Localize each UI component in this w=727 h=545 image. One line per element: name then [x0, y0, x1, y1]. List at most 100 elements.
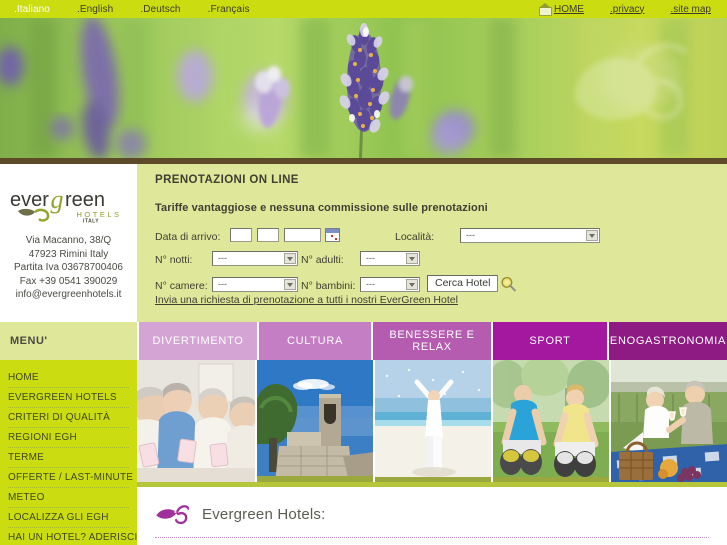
thumbnail-image: [257, 360, 373, 482]
sidebar-item-meteo[interactable]: METEO: [8, 488, 129, 508]
lang-italiano[interactable]: .Italiano: [14, 4, 50, 15]
top-bar: .Italiano .English .Deutsch .Français HO…: [0, 0, 727, 18]
home-link[interactable]: HOME: [554, 4, 584, 15]
booking-title: PRENOTAZIONI ON LINE: [155, 174, 299, 186]
thumbnail-image: [493, 360, 609, 482]
sidebar-item-label: CRITERI DI QUALITÀ: [8, 412, 110, 423]
adulti-value: ---: [366, 253, 375, 263]
sidebar-item-label: REGIONI EGH: [8, 432, 77, 443]
chevron-down-icon: [284, 279, 296, 290]
thumbnail-benessere-e-relax[interactable]: [373, 360, 491, 482]
thumbnail-sport[interactable]: [491, 360, 609, 482]
sidebar-item-label: TERME: [8, 452, 44, 463]
thumbnail-enogastronomia[interactable]: [609, 360, 727, 482]
bottom-divider: [155, 537, 709, 538]
booking-form-container: PRENOTAZIONI ON LINE Tariffe vantaggiose…: [155, 174, 715, 300]
lang-english[interactable]: .English: [77, 4, 113, 15]
sidebar-item-label: LOCALIZZA GLI EGH: [8, 512, 109, 523]
category-thumbnails: [137, 360, 727, 482]
lang-francais[interactable]: .Français: [208, 4, 250, 15]
thumbnail-cultura[interactable]: [255, 360, 373, 482]
label-notti: N° notti:: [155, 254, 193, 266]
bottom-section: Evergreen Hotels:: [137, 487, 727, 545]
menu-heading: MENU': [0, 322, 137, 360]
localita-value: ---: [466, 230, 475, 240]
thumbnail-image: [611, 360, 727, 482]
svg-text:HOTELS: HOTELS: [76, 210, 121, 219]
logo-panel: ever g reen HOTELS ITALY Via Macanno, 38…: [0, 164, 137, 322]
camere-select[interactable]: ---: [212, 277, 298, 292]
sidebar-item-label: METEO: [8, 492, 45, 503]
localita-select[interactable]: ---: [460, 228, 600, 243]
sidebar-item-localizza-gli-egh[interactable]: LOCALIZZA GLI EGH: [8, 508, 129, 528]
label-adulti: N° adulti:: [301, 254, 344, 266]
sidebar-item-label: EVERGREEN HOTELS: [8, 392, 117, 403]
notti-value: ---: [218, 253, 227, 263]
tab-cultura[interactable]: CULTURA: [257, 322, 371, 360]
thumbnail-image: [137, 360, 255, 482]
bottom-title: Evergreen Hotels:: [202, 505, 326, 523]
tab-enogastronomia[interactable]: ENOGASTRONOMIA: [607, 322, 727, 360]
bird-icon: [156, 505, 189, 525]
svg-text:ITALY: ITALY: [83, 219, 99, 225]
contact-fax: Fax +39 0541 390029: [19, 275, 118, 287]
thumbnail-divertimento[interactable]: [137, 360, 255, 482]
sidebar-item-home[interactable]: HOME: [8, 368, 129, 388]
bambini-select[interactable]: ---: [360, 277, 420, 292]
language-switcher: .Italiano .English .Deutsch .Français: [0, 4, 250, 15]
label-camere: N° camere:: [155, 280, 208, 292]
sidebar-item-offerte-last-minute[interactable]: OFFERTE / LAST-MINUTE: [8, 468, 133, 488]
label-data-arrivo: Data di arrivo:: [155, 231, 221, 243]
sidebar-item-label: HAI UN HOTEL? ADERISCI: [8, 532, 138, 543]
booking-form: Data di arrivo: Località: --- N° notti:: [155, 228, 715, 300]
privacy-link[interactable]: .privacy: [610, 4, 644, 15]
arrivo-month-input[interactable]: [257, 228, 279, 242]
booking-subtitle: Tariffe vantaggiose e nessuna commission…: [155, 202, 488, 214]
chevron-down-icon: [406, 253, 418, 264]
home-link-wrapper[interactable]: HOME: [538, 3, 584, 16]
sidebar-item-hai-un-hotel-aderisci[interactable]: HAI UN HOTEL? ADERISCI: [8, 528, 137, 545]
sidebar-item-label: OFFERTE / LAST-MINUTE: [8, 472, 134, 483]
svg-text:ever: ever: [10, 189, 49, 211]
label-bambini: N° bambini:: [301, 280, 356, 292]
tab-sport[interactable]: SPORT: [491, 322, 607, 360]
sidebar-item-criteri-di-qualita[interactable]: CRITERI DI QUALITÀ: [8, 408, 129, 428]
cerca-hotel-button[interactable]: Cerca Hotel: [427, 275, 499, 292]
contact-address-2: 47923 Rimini Italy: [28, 248, 109, 260]
chevron-down-icon: [586, 230, 598, 241]
svg-text:reen: reen: [65, 189, 105, 211]
sidebar-item-regioni-egh[interactable]: REGIONI EGH: [8, 428, 129, 448]
arrivo-year-input[interactable]: [284, 228, 321, 242]
contact-address-1: Via Macanno, 38/Q: [25, 235, 112, 246]
bambini-value: ---: [366, 279, 375, 289]
adulti-select[interactable]: ---: [360, 251, 420, 266]
page-root: .Italiano .English .Deutsch .Français HO…: [0, 0, 727, 545]
contact-email[interactable]: info@evergreenhotels.it: [14, 288, 123, 302]
contact-block: Via Macanno, 38/Q 47923 Rimini Italy Par…: [14, 234, 123, 302]
tab-benessere-e-relax[interactable]: BENESSERE E RELAX: [371, 322, 491, 360]
top-bar-links: HOME .privacy .site map: [538, 3, 727, 16]
contact-vat: Partita Iva 03678700406: [14, 262, 123, 273]
arrivo-day-input[interactable]: [230, 228, 252, 242]
home-icon: [538, 3, 552, 16]
site-map-link[interactable]: .site map: [670, 4, 711, 15]
notti-select[interactable]: ---: [212, 251, 298, 266]
magnifier-icon[interactable]: [500, 276, 517, 292]
sidebar-item-evergreen-hotels[interactable]: EVERGREEN HOTELS: [8, 388, 129, 408]
calendar-icon[interactable]: [325, 228, 340, 242]
sidebar-menu: HOME EVERGREEN HOTELS CRITERI DI QUALITÀ…: [0, 360, 137, 545]
svg-text:g: g: [50, 186, 63, 214]
sidebar-item-terme[interactable]: TERME: [8, 448, 129, 468]
evergreen-logo[interactable]: ever g reen HOTELS ITALY: [9, 186, 129, 224]
bottom-heading: Evergreen Hotels:: [155, 503, 325, 525]
camere-value: ---: [218, 279, 227, 289]
sidebar-item-label: HOME: [8, 372, 39, 383]
chevron-down-icon: [284, 253, 296, 264]
tab-divertimento[interactable]: DIVERTIMENTO: [137, 322, 257, 360]
thumbnail-image: [375, 360, 491, 482]
label-localita: Località:: [395, 231, 435, 243]
booking-band: ever g reen HOTELS ITALY Via Macanno, 38…: [0, 164, 727, 322]
lang-deutsch[interactable]: .Deutsch: [140, 4, 180, 15]
booking-request-link[interactable]: Invia una richiesta di prenotazione a tu…: [155, 294, 458, 306]
hero-banner: [0, 18, 727, 158]
